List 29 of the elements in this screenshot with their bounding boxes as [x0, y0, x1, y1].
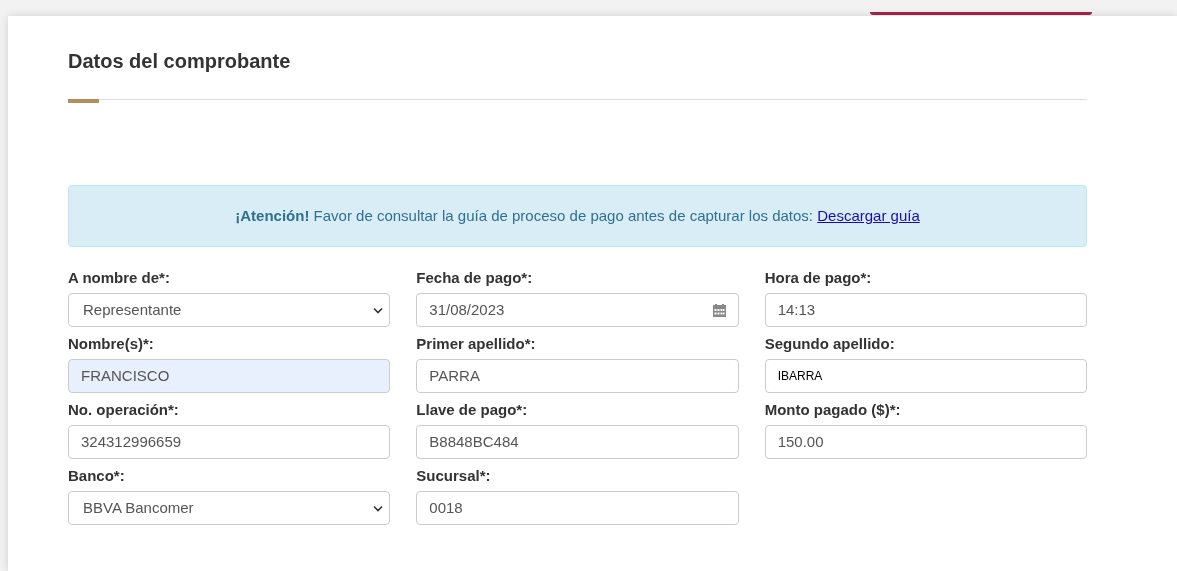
- input-field[interactable]: 14:13: [764, 293, 1087, 327]
- field-label: Hora de pago*:: [764, 269, 873, 287]
- field-label: No. operación*:: [68, 401, 180, 419]
- field-label: Monto pagado ($)*:: [764, 401, 902, 419]
- chevron-down-icon: [373, 306, 384, 314]
- field-label: Primer apellido*:: [416, 335, 537, 353]
- input-field[interactable]: 324312996659: [68, 425, 391, 459]
- field-label: Fecha de pago*:: [416, 269, 534, 287]
- input-field[interactable]: PARRA: [416, 359, 739, 393]
- date-field[interactable]: 31/08/2023: [416, 293, 739, 327]
- input-field[interactable]: B8848BC484: [416, 425, 739, 459]
- field-label: Sucursal*:: [416, 467, 492, 485]
- field-label: Banco*:: [68, 467, 126, 485]
- section-title: Datos del comprobante: [68, 49, 292, 73]
- calendar-icon[interactable]: [712, 303, 726, 317]
- field-label: Segundo apellido:: [764, 335, 896, 353]
- input-field[interactable]: 150.00: [764, 425, 1087, 459]
- input-field[interactable]: FRANCISCO: [68, 359, 391, 393]
- title-accent: [68, 99, 99, 103]
- input-field[interactable]: IBARRA: [764, 359, 1087, 393]
- chevron-down-icon: [373, 504, 384, 512]
- field-label: A nombre de*:: [68, 269, 171, 287]
- input-field[interactable]: 0018: [416, 491, 739, 525]
- alert-text: ¡Atención! Favor de consultar la guía de proceso de pago antes de capturar los datos: Descargar guía: [235, 205, 920, 226]
- download-guide-link[interactable]: Descargar guía: [817, 206, 920, 224]
- field-label: Llave de pago*:: [416, 401, 529, 419]
- select-field[interactable]: Representante: [68, 293, 391, 327]
- select-field[interactable]: BBVA Bancomer: [68, 491, 391, 525]
- field-label: Nombre(s)*:: [68, 335, 155, 353]
